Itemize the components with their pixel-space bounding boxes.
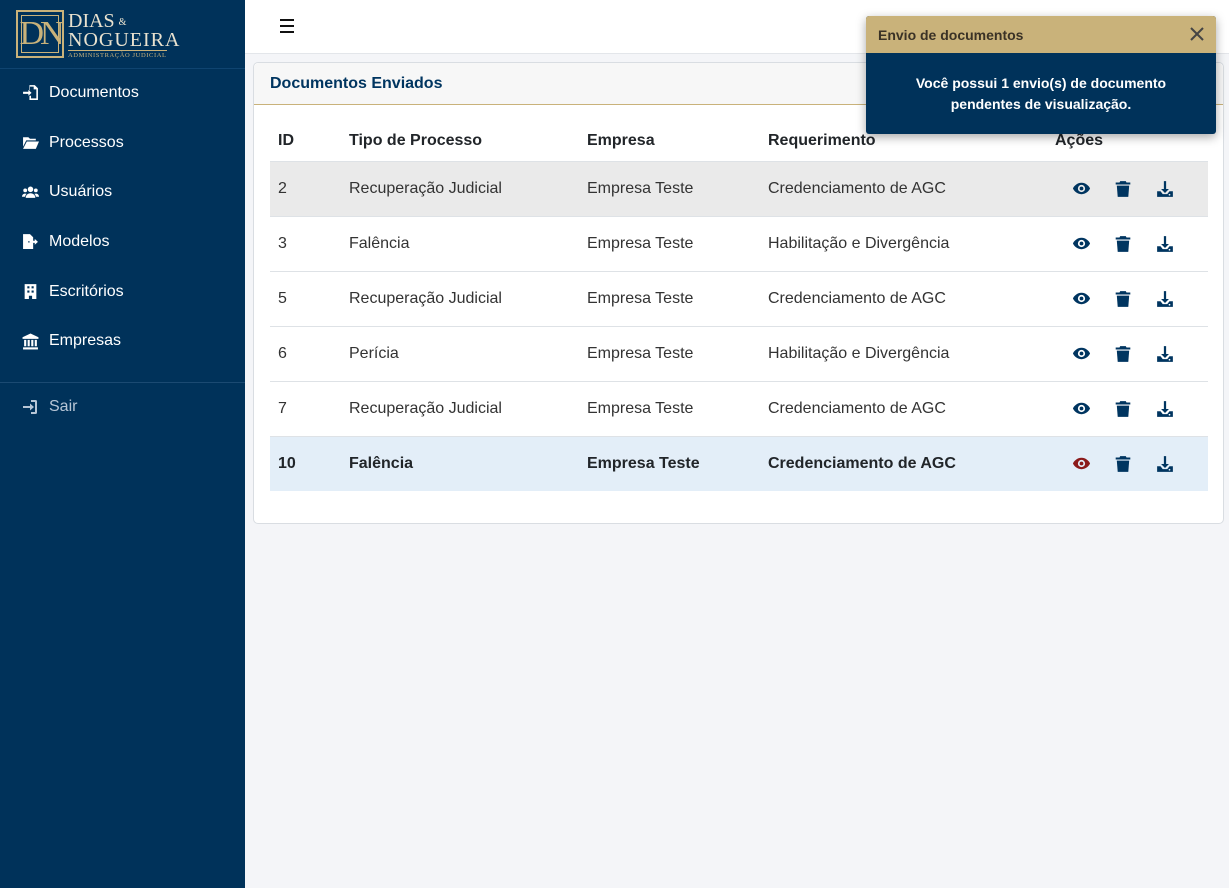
trash-icon[interactable] — [1111, 397, 1135, 421]
table-row: 5 Recuperação Judicial Empresa Teste Cre… — [270, 270, 1208, 326]
eye-icon[interactable] — [1069, 397, 1093, 421]
toast-header: Envio de documentos — [866, 16, 1216, 53]
sidebar-nav: Documentos Processos Usuários Modelos Es… — [0, 68, 245, 366]
table-row-unread: 10 Falência Empresa Teste Credenciamento… — [270, 435, 1208, 491]
download-icon[interactable] — [1153, 177, 1177, 201]
table-row: 3 Falência Empresa Teste Habilitação e D… — [270, 215, 1208, 271]
card-title: Documentos Enviados — [270, 75, 443, 92]
sidebar-item-processos[interactable]: Processos — [0, 118, 245, 168]
eye-icon[interactable] — [1069, 342, 1093, 366]
table-row: 6 Perícia Empresa Teste Habilitação e Di… — [270, 325, 1208, 381]
cell-requerimento: Habilitação e Divergência — [760, 325, 1047, 381]
sign-in-icon — [20, 397, 40, 417]
documents-table: ID Tipo de Processo Empresa Requerimento… — [270, 121, 1208, 491]
sidebar-item-label: Usuários — [49, 183, 113, 201]
folder-open-icon — [20, 133, 40, 153]
logout-label: Sair — [49, 398, 78, 415]
cell-tipo: Falência — [341, 435, 579, 491]
landmark-icon — [20, 331, 40, 351]
sidebar-item-label: Documentos — [49, 83, 139, 101]
eye-icon[interactable] — [1069, 177, 1093, 201]
cell-empresa: Empresa Teste — [579, 270, 760, 326]
cell-id: 6 — [270, 325, 341, 381]
building-icon — [20, 282, 40, 302]
logo-tagline: ADMINISTRAÇÃO JUDICIAL — [68, 50, 167, 59]
brand-logo[interactable]: DN DIAS & NOGUEIRA ADMINISTRAÇÃO JUDICIAL — [16, 10, 179, 60]
cell-empresa: Empresa Teste — [579, 325, 760, 381]
eye-icon[interactable] — [1069, 287, 1093, 311]
download-icon[interactable] — [1153, 452, 1177, 476]
sidebar-item-escritorios[interactable]: Escritórios — [0, 267, 245, 317]
cell-actions — [1047, 215, 1208, 271]
cell-tipo: Recuperação Judicial — [341, 160, 579, 216]
download-icon[interactable] — [1153, 287, 1177, 311]
logo-monogram: DN — [19, 15, 64, 52]
close-icon[interactable] — [1188, 25, 1208, 45]
table-row: 2 Recuperação Judicial Empresa Teste Cre… — [270, 160, 1208, 216]
cell-requerimento: Credenciamento de AGC — [760, 160, 1047, 216]
eye-icon-unread[interactable] — [1069, 452, 1093, 476]
sidebar-item-label: Empresas — [49, 332, 122, 350]
column-header-tipo: Tipo de Processo — [349, 131, 483, 149]
notification-toast: Envio de documentos Você possui 1 envio(… — [866, 16, 1216, 134]
cell-tipo: Perícia — [341, 325, 579, 381]
table-row: 7 Recuperação Judicial Empresa Teste Cre… — [270, 380, 1208, 436]
toast-title: Envio de documentos — [878, 27, 1024, 43]
cell-requerimento: Habilitação e Divergência — [760, 215, 1047, 271]
cell-id: 2 — [270, 160, 341, 216]
sidebar-item-label: Escritórios — [49, 282, 124, 300]
cell-requerimento: Credenciamento de AGC — [760, 435, 1047, 491]
file-import-icon — [20, 83, 40, 103]
cell-empresa: Empresa Teste — [579, 215, 760, 271]
sidebar-item-modelos[interactable]: Modelos — [0, 217, 245, 267]
sidebar-item-usuarios[interactable]: Usuários — [0, 167, 245, 217]
cell-requerimento: Credenciamento de AGC — [760, 380, 1047, 436]
trash-icon[interactable] — [1111, 452, 1135, 476]
cell-tipo: Falência — [341, 215, 579, 271]
sidebar-item-label: Modelos — [49, 232, 110, 250]
cell-empresa: Empresa Teste — [579, 380, 760, 436]
sidebar-item-label: Processos — [49, 133, 124, 151]
trash-icon[interactable] — [1111, 177, 1135, 201]
cell-empresa: Empresa Teste — [579, 435, 760, 491]
cell-id: 10 — [270, 435, 341, 491]
toast-message: Você possui 1 envio(s) de documento pend… — [915, 74, 1167, 112]
cell-actions — [1047, 380, 1208, 436]
trash-icon[interactable] — [1111, 342, 1135, 366]
column-header-empresa: Empresa — [587, 131, 655, 149]
cell-id: 3 — [270, 215, 341, 271]
column-header-id: ID — [278, 131, 294, 149]
cell-tipo: Recuperação Judicial — [341, 270, 579, 326]
download-icon[interactable] — [1153, 397, 1177, 421]
cell-actions — [1047, 160, 1208, 216]
cell-tipo: Recuperação Judicial — [341, 380, 579, 436]
sidebar: DN DIAS & NOGUEIRA ADMINISTRAÇÃO JUDICIAL… — [0, 0, 245, 888]
cell-actions — [1047, 270, 1208, 326]
sidebar-item-empresas[interactable]: Empresas — [0, 316, 245, 366]
trash-icon[interactable] — [1111, 287, 1135, 311]
logo-line-2: NOGUEIRA — [68, 29, 181, 51]
users-icon — [20, 182, 40, 202]
download-icon[interactable] — [1153, 232, 1177, 256]
cell-empresa: Empresa Teste — [579, 160, 760, 216]
download-icon[interactable] — [1153, 342, 1177, 366]
cell-actions — [1047, 435, 1208, 491]
sidebar-item-documentos[interactable]: Documentos — [0, 68, 245, 118]
logo-monogram-box: DN — [16, 10, 65, 58]
logout-link[interactable]: Sair — [0, 383, 245, 431]
cell-id: 7 — [270, 380, 341, 436]
trash-icon[interactable] — [1111, 232, 1135, 256]
hamburger-menu-icon[interactable] — [280, 16, 298, 36]
cell-id: 5 — [270, 270, 341, 326]
cell-actions — [1047, 325, 1208, 381]
file-export-icon — [20, 232, 40, 252]
cell-requerimento: Credenciamento de AGC — [760, 270, 1047, 326]
eye-icon[interactable] — [1069, 232, 1093, 256]
